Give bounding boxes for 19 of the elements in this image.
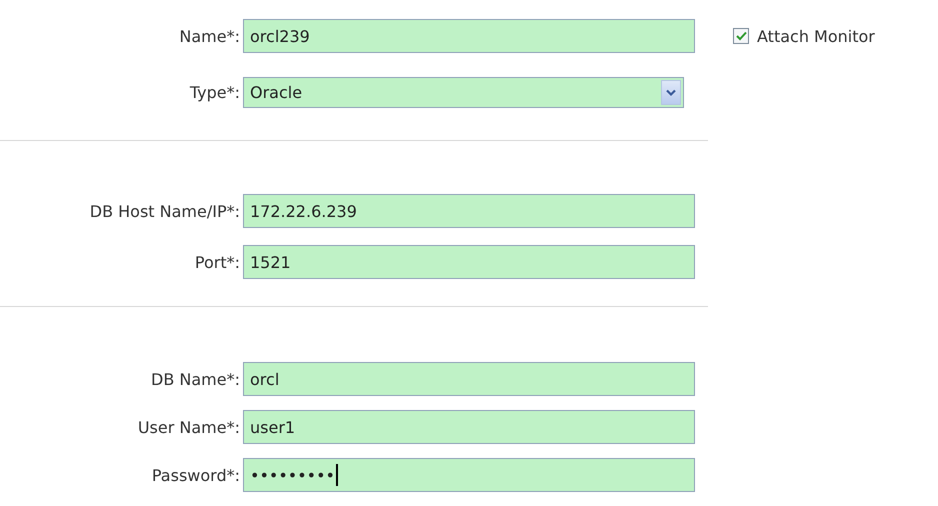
input-field[interactable]: orcl <box>243 362 695 396</box>
field-label: Type*: <box>188 83 241 102</box>
input-field[interactable]: 1521 <box>243 245 695 279</box>
password-field[interactable]: ••••••••• <box>243 458 695 492</box>
field-label: Password*: <box>150 466 241 484</box>
type-dropdown[interactable]: Oracle <box>243 77 684 108</box>
input-field[interactable]: orcl239 <box>243 19 695 53</box>
checkbox-label: Attach Monitor <box>757 26 875 46</box>
field-label: DB Name*: <box>150 370 241 388</box>
field-label: Name*: <box>178 26 241 46</box>
check-icon <box>736 31 746 41</box>
input-field[interactable]: user1 <box>243 410 695 444</box>
field-label: User Name*: <box>136 418 241 436</box>
checkbox[interactable] <box>733 28 749 44</box>
dropdown-button[interactable] <box>661 80 681 105</box>
field-label: Port*: <box>194 252 241 272</box>
chevron-down-icon <box>666 88 676 96</box>
input-field[interactable]: 172.22.6.239 <box>243 194 695 228</box>
field-label: DB Host Name/IP*: <box>88 202 241 220</box>
